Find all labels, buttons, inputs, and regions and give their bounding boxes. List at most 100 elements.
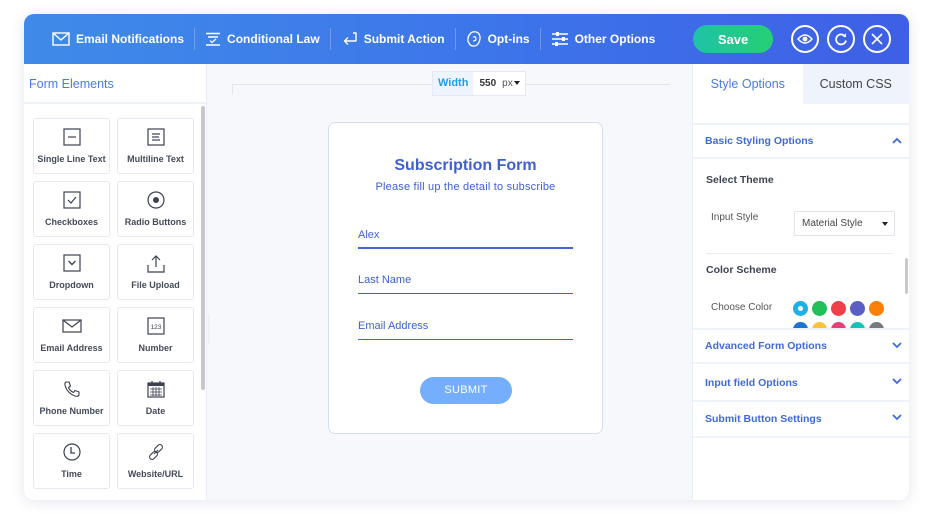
element-label: Checkboxes bbox=[44, 217, 99, 227]
submit-button-settings-header[interactable]: Submit Button Settings bbox=[693, 402, 909, 438]
number-icon: 123 bbox=[146, 317, 165, 335]
element-radio-buttons[interactable]: Radio Buttons bbox=[117, 181, 194, 237]
calendar-icon bbox=[146, 381, 165, 398]
width-unit-select[interactable]: px bbox=[502, 72, 525, 95]
nav-divider bbox=[194, 28, 196, 50]
section-title: Input field Options bbox=[705, 377, 798, 389]
element-number[interactable]: 123 Number bbox=[117, 307, 194, 363]
left-scrollbar[interactable] bbox=[201, 106, 205, 390]
width-label: Width bbox=[433, 72, 474, 95]
form-title: Subscription Form bbox=[394, 157, 537, 174]
first-name-field[interactable]: Alex bbox=[358, 225, 573, 249]
element-label: File Upload bbox=[131, 280, 180, 290]
element-label: Radio Buttons bbox=[124, 217, 187, 227]
input-style-value: Material Style bbox=[802, 218, 863, 229]
nav-label: Opt-ins bbox=[487, 32, 530, 46]
basic-styling-options-header[interactable]: Basic Styling Options bbox=[693, 123, 909, 159]
color-swatch[interactable] bbox=[831, 301, 846, 316]
top-actions: Save bbox=[693, 14, 891, 64]
element-dropdown[interactable]: Dropdown bbox=[33, 244, 110, 300]
element-website-url[interactable]: Website/URL bbox=[117, 433, 194, 489]
chevron-down-icon bbox=[892, 414, 902, 421]
close-icon bbox=[871, 33, 883, 45]
element-phone-number[interactable]: Phone Number bbox=[33, 370, 110, 426]
email-address-field[interactable]: Email Address bbox=[358, 316, 573, 340]
element-file-upload[interactable]: File Upload bbox=[117, 244, 194, 300]
section-title: Advanced Form Options bbox=[705, 340, 827, 352]
nav-submit-action[interactable]: Submit Action bbox=[341, 14, 445, 64]
eye-icon bbox=[797, 34, 813, 44]
top-toolbar: Email Notifications Conditional Law Subm… bbox=[24, 14, 909, 64]
nav-divider bbox=[454, 28, 456, 50]
form-canvas: Width 550 px Subscription Form Please fi… bbox=[210, 64, 692, 500]
element-label: Number bbox=[138, 343, 173, 353]
right-scrollbar[interactable] bbox=[905, 258, 908, 294]
choose-color-label: Choose Color bbox=[711, 302, 773, 313]
section-title: Basic Styling Options bbox=[705, 135, 814, 147]
element-single-line-text[interactable]: Single Line Text bbox=[33, 118, 110, 174]
form-builder-app: Email Notifications Conditional Law Subm… bbox=[24, 14, 909, 500]
element-multiline-text[interactable]: Multiline Text bbox=[117, 118, 194, 174]
color-swatch[interactable] bbox=[850, 301, 865, 316]
element-checkboxes[interactable]: Checkboxes bbox=[33, 181, 110, 237]
element-email-address[interactable]: Email Address bbox=[33, 307, 110, 363]
tab-custom-css[interactable]: Custom CSS bbox=[802, 64, 909, 104]
form-elements-panel: Form Elements Single Line Text Multiline… bbox=[24, 64, 207, 500]
element-label: Multiline Text bbox=[127, 154, 184, 164]
envelope-icon bbox=[52, 32, 70, 46]
refresh-icon bbox=[835, 33, 847, 46]
color-swatch[interactable] bbox=[869, 301, 884, 316]
nav-label: Other Options bbox=[574, 32, 656, 46]
select-theme-title: Select Theme bbox=[706, 174, 774, 186]
element-time[interactable]: Time bbox=[33, 433, 110, 489]
form-elements-title: Form Elements bbox=[24, 64, 206, 104]
refresh-button[interactable] bbox=[827, 25, 855, 53]
chevron-down-icon bbox=[892, 378, 902, 385]
last-name-field[interactable]: Last Name bbox=[358, 270, 573, 294]
width-unit-value: px bbox=[502, 78, 513, 89]
element-label: Email Address bbox=[40, 343, 103, 353]
tab-style-options[interactable]: Style Options bbox=[693, 64, 803, 104]
divider bbox=[706, 253, 893, 254]
nav-other-options[interactable]: Other Options bbox=[551, 14, 656, 64]
input-field-options-header[interactable]: Input field Options bbox=[693, 366, 909, 402]
radio-icon bbox=[146, 191, 165, 209]
nav-opt-ins[interactable]: Opt-ins bbox=[466, 14, 530, 64]
element-date[interactable]: Date bbox=[117, 370, 194, 426]
save-button[interactable]: Save bbox=[693, 25, 773, 53]
single-line-icon bbox=[62, 128, 81, 146]
nav-email-notifications[interactable]: Email Notifications bbox=[52, 14, 184, 64]
chevron-up-icon bbox=[892, 137, 902, 144]
toolbar-nav: Email Notifications Conditional Law Subm… bbox=[52, 14, 655, 64]
input-style-select[interactable]: Material Style bbox=[794, 211, 895, 236]
nav-label: Email Notifications bbox=[76, 32, 185, 46]
nav-label: Conditional Law bbox=[227, 32, 320, 46]
color-swatches bbox=[793, 301, 893, 328]
color-swatch[interactable] bbox=[793, 301, 808, 316]
style-options-panel: Style Options Custom CSS Basic Styling O… bbox=[692, 64, 909, 500]
element-label: Time bbox=[61, 469, 82, 479]
sliders-icon bbox=[551, 32, 568, 46]
envelope-icon bbox=[61, 319, 82, 333]
conditional-icon bbox=[206, 32, 221, 46]
caret-down-icon bbox=[513, 81, 520, 86]
nav-label: Submit Action bbox=[363, 32, 445, 46]
element-label: Dropdown bbox=[49, 280, 94, 290]
close-button[interactable] bbox=[863, 25, 891, 53]
color-swatch[interactable] bbox=[812, 301, 827, 316]
submit-button[interactable]: SUBMIT bbox=[420, 377, 512, 404]
nav-conditional-law[interactable]: Conditional Law bbox=[205, 14, 320, 64]
basic-styling-body: Select Theme Input Style Material Style … bbox=[693, 160, 909, 328]
section-title: Submit Button Settings bbox=[705, 413, 822, 425]
clock-icon bbox=[62, 443, 81, 461]
element-label: Phone Number bbox=[39, 406, 104, 416]
svg-text:123: 123 bbox=[150, 324, 161, 331]
mailchimp-icon bbox=[466, 30, 481, 47]
checkbox-icon bbox=[62, 191, 81, 209]
advanced-form-options-header[interactable]: Advanced Form Options bbox=[693, 328, 909, 364]
color-scheme-title: Color Scheme bbox=[706, 264, 777, 276]
caret-down-icon bbox=[882, 222, 888, 226]
width-input[interactable]: 550 bbox=[473, 72, 502, 95]
preview-button[interactable] bbox=[791, 25, 819, 53]
element-label: Single Line Text bbox=[37, 154, 106, 164]
